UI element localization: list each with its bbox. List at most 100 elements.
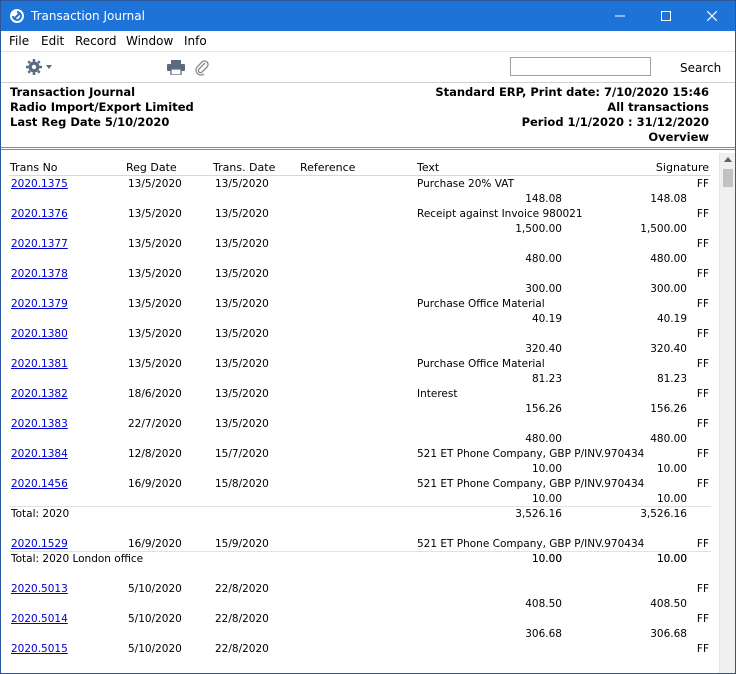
debit-amount: 408.50 [525,598,562,610]
search-input[interactable] [510,57,651,76]
menu-info[interactable]: Info [184,34,207,48]
debit-amount: 10.00 [531,493,562,505]
trans-date: 13/5/2020 [215,298,269,310]
report-mode: Overview [648,130,709,144]
signature: FF [696,538,709,550]
trans-no-link[interactable]: 2020.1379 [11,298,68,310]
last-reg-date: Last Reg Date 5/10/2020 [10,115,170,129]
reg-date: 13/5/2020 [128,208,182,220]
signature: FF [696,448,709,460]
row-text: 521 ET Phone Company, GBP P/INV.970434 [417,448,645,460]
signature: FF [696,208,709,220]
col-reg-date: Reg Date [126,161,177,174]
reg-date: 13/5/2020 [128,328,182,340]
menu-window[interactable]: Window [126,34,173,48]
debit-amount: 480.00 [525,253,562,265]
trans-date: 13/5/2020 [215,268,269,280]
credit-amount: 156.26 [650,403,687,415]
debit-amount: 156.26 [525,403,562,415]
signature: FF [696,238,709,250]
trans-no-link[interactable]: 2020.1529 [11,538,68,550]
debit-amount: 1,500.00 [515,223,562,235]
trans-no-link[interactable]: 2020.1456 [11,478,68,490]
gear-icon[interactable] [25,58,55,76]
reg-date: 13/5/2020 [128,238,182,250]
total-label: Total: 2020 London office [11,553,144,565]
credit-amount: 10.00 [656,463,687,475]
signature: FF [696,643,709,655]
trans-no-link[interactable]: 2020.1378 [11,268,68,280]
vertical-scrollbar[interactable] [719,153,735,673]
trans-no-link[interactable]: 2020.1382 [11,388,68,400]
app-logo-icon [10,9,24,23]
credit-amount: 81.23 [656,373,687,385]
scroll-thumb[interactable] [723,169,733,187]
trans-date: 15/7/2020 [215,448,269,460]
group-separator [9,506,711,507]
trans-no-link[interactable]: 2020.1377 [11,238,68,250]
col-trans-date: Trans. Date [213,161,276,174]
trans-no-link[interactable]: 2020.1380 [11,328,68,340]
total-debit: 10.00 [531,553,562,565]
col-trans-no: Trans No [10,161,58,174]
scroll-up-icon[interactable] [724,157,732,162]
menu-edit[interactable]: Edit [41,34,64,48]
total-credit: 10.00 [656,553,687,565]
close-icon [707,11,717,21]
debit-amount: 480.00 [525,433,562,445]
maximize-icon [661,11,671,21]
credit-amount: 300.00 [650,283,687,295]
reg-date: 13/5/2020 [128,268,182,280]
trans-no-link[interactable]: 2020.1383 [11,418,68,430]
credit-amount: 320.40 [650,343,687,355]
row-text: Purchase Office Material [417,358,545,370]
paperclip-icon[interactable] [195,59,209,76]
credit-amount: 306.68 [650,628,687,640]
signature: FF [696,418,709,430]
trans-no-link[interactable]: 2020.1376 [11,208,68,220]
report-window: Transaction Journal File Edit Record Win… [0,0,736,674]
reg-date: 13/5/2020 [128,358,182,370]
title-bar[interactable]: Transaction Journal [1,1,735,31]
signature: FF [696,583,709,595]
toolbar: Search [1,52,735,83]
col-reference: Reference [300,161,356,174]
debit-amount: 148.08 [525,193,562,205]
signature: FF [696,268,709,280]
reg-date: 5/10/2020 [128,583,182,595]
total-credit: 3,526.16 [640,508,687,520]
trans-date: 13/5/2020 [215,418,269,430]
trans-no-link[interactable]: 2020.5013 [11,583,68,595]
trans-date: 22/8/2020 [215,613,269,625]
report-title: Transaction Journal [10,85,136,99]
trans-no-link[interactable]: 2020.1384 [11,448,68,460]
trans-date: 13/5/2020 [215,358,269,370]
trans-no-link[interactable]: 2020.1381 [11,358,68,370]
row-text: Purchase 20% VAT [417,178,514,190]
trans-no-link[interactable]: 2020.5015 [11,643,68,655]
menu-record[interactable]: Record [75,34,116,48]
reg-date: 5/10/2020 [128,613,182,625]
credit-amount: 40.19 [656,313,687,325]
close-button[interactable] [689,1,735,31]
total-label: Total: 2020 [11,508,70,520]
debit-amount: 306.68 [525,628,562,640]
signature: FF [696,478,709,490]
debit-amount: 81.23 [531,373,562,385]
row-text: Purchase Office Material [417,298,545,310]
debit-amount: 300.00 [525,283,562,295]
search-button[interactable]: Search [680,61,721,75]
minimize-button[interactable] [597,1,643,31]
trans-no-link[interactable]: 2020.1375 [11,178,68,190]
debit-amount: 40.19 [531,313,562,325]
window-title: Transaction Journal [31,9,145,23]
report-header: Transaction Journal Radio Import/Export … [1,83,735,150]
group-separator [9,551,711,552]
signature: FF [696,388,709,400]
menu-file[interactable]: File [9,34,29,48]
trans-no-link[interactable]: 2020.5014 [11,613,68,625]
total-debit: 3,526.16 [515,508,562,520]
maximize-button[interactable] [643,1,689,31]
selection-info: All transactions [607,100,709,114]
printer-icon[interactable] [167,60,185,75]
